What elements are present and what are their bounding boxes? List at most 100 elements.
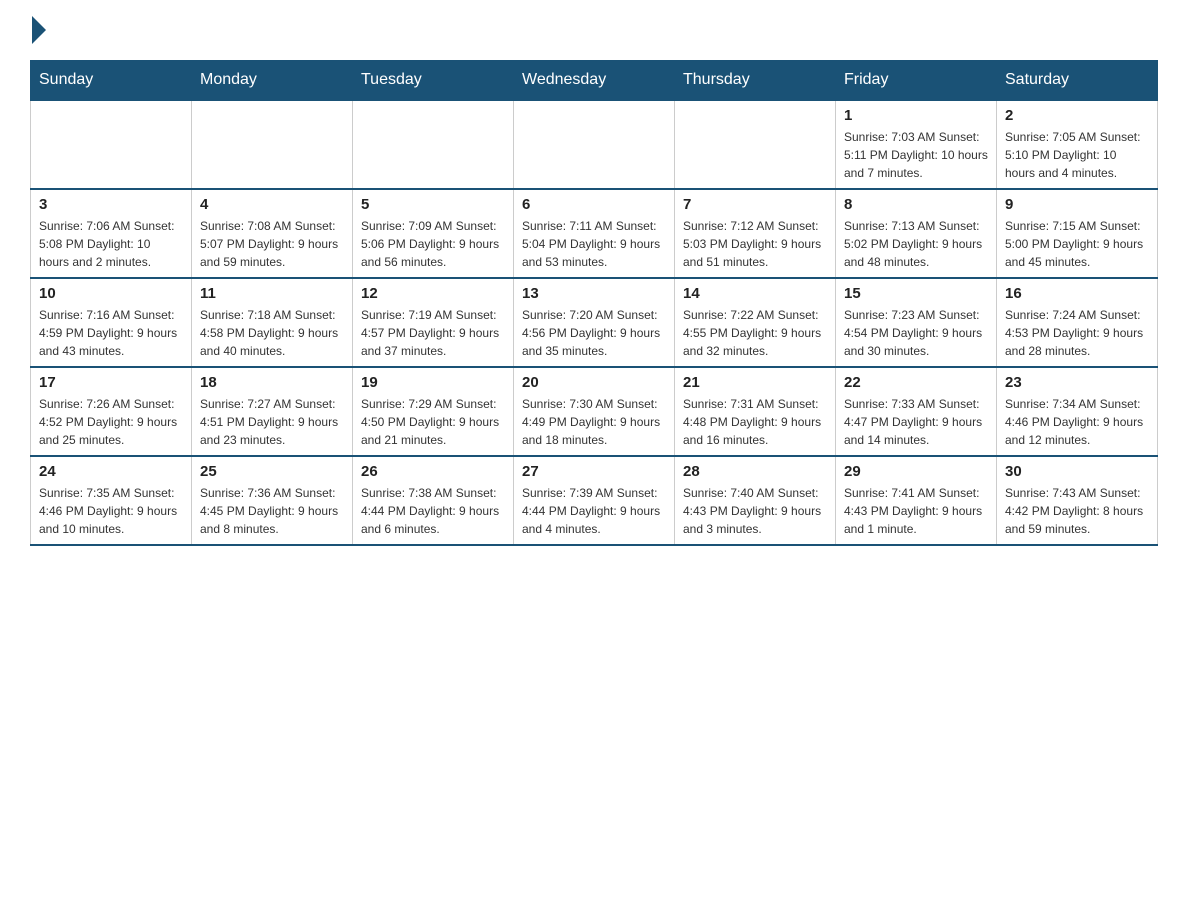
calendar-cell: 25 Sunrise: 7:36 AM Sunset: 4:45 PM Dayli…: [192, 456, 353, 545]
day-number: 8: [844, 196, 988, 213]
weekday-header-row: SundayMondayTuesdayWednesdayThursdayFrid…: [31, 61, 1158, 101]
day-number: 9: [1005, 196, 1149, 213]
day-number: 26: [361, 463, 505, 480]
calendar-cell: 2 Sunrise: 7:05 AM Sunset: 5:10 PM Daylig…: [997, 100, 1158, 189]
calendar-table: SundayMondayTuesdayWednesdayThursdayFrid…: [30, 60, 1158, 546]
calendar-cell: 9 Sunrise: 7:15 AM Sunset: 5:00 PM Daylig…: [997, 189, 1158, 278]
weekday-header-thursday: Thursday: [675, 61, 836, 101]
day-info: Sunrise: 7:26 AM Sunset: 4:52 PM Dayligh…: [39, 395, 183, 449]
day-info: Sunrise: 7:11 AM Sunset: 5:04 PM Dayligh…: [522, 217, 666, 271]
weekday-header-wednesday: Wednesday: [514, 61, 675, 101]
day-number: 14: [683, 285, 827, 302]
calendar-cell: 30 Sunrise: 7:43 AM Sunset: 4:42 PM Dayli…: [997, 456, 1158, 545]
calendar-cell: [31, 100, 192, 189]
day-info: Sunrise: 7:15 AM Sunset: 5:00 PM Dayligh…: [1005, 217, 1149, 271]
calendar-cell: 20Sunrise: 7:30 AM Sunset: 4:49 PM Dayli…: [514, 367, 675, 456]
day-info: Sunrise: 7:03 AM Sunset: 5:11 PM Dayligh…: [844, 128, 988, 182]
day-number: 16: [1005, 285, 1149, 302]
calendar-cell: [192, 100, 353, 189]
day-number: 17: [39, 374, 183, 391]
calendar-cell: 18 Sunrise: 7:27 AM Sunset: 4:51 PM Dayli…: [192, 367, 353, 456]
day-number: 27: [522, 463, 666, 480]
calendar-cell: 15 Sunrise: 7:23 AM Sunset: 4:54 PM Dayli…: [836, 278, 997, 367]
day-info: Sunrise: 7:43 AM Sunset: 4:42 PM Dayligh…: [1005, 484, 1149, 538]
calendar-cell: [353, 100, 514, 189]
calendar-cell: 1 Sunrise: 7:03 AM Sunset: 5:11 PM Daylig…: [836, 100, 997, 189]
day-info: Sunrise: 7:20 AM Sunset: 4:56 PM Dayligh…: [522, 306, 666, 360]
day-number: 12: [361, 285, 505, 302]
day-number: 18: [200, 374, 344, 391]
calendar-cell: 5 Sunrise: 7:09 AM Sunset: 5:06 PM Daylig…: [353, 189, 514, 278]
calendar-week-row-3: 10 Sunrise: 7:16 AM Sunset: 4:59 PM Dayli…: [31, 278, 1158, 367]
day-info: Sunrise: 7:12 AM Sunset: 5:03 PM Dayligh…: [683, 217, 827, 271]
day-info: Sunrise: 7:34 AM Sunset: 4:46 PM Dayligh…: [1005, 395, 1149, 449]
day-info: Sunrise: 7:31 AM Sunset: 4:48 PM Dayligh…: [683, 395, 827, 449]
day-number: 23: [1005, 374, 1149, 391]
day-info: Sunrise: 7:36 AM Sunset: 4:45 PM Dayligh…: [200, 484, 344, 538]
calendar-cell: 17 Sunrise: 7:26 AM Sunset: 4:52 PM Dayli…: [31, 367, 192, 456]
day-number: 20: [522, 374, 666, 391]
day-number: 4: [200, 196, 344, 213]
calendar-cell: 4 Sunrise: 7:08 AM Sunset: 5:07 PM Daylig…: [192, 189, 353, 278]
calendar-cell: 21 Sunrise: 7:31 AM Sunset: 4:48 PM Dayli…: [675, 367, 836, 456]
day-number: 1: [844, 107, 988, 124]
calendar-cell: 3 Sunrise: 7:06 AM Sunset: 5:08 PM Daylig…: [31, 189, 192, 278]
weekday-header-tuesday: Tuesday: [353, 61, 514, 101]
day-info: Sunrise: 7:05 AM Sunset: 5:10 PM Dayligh…: [1005, 128, 1149, 182]
day-info: Sunrise: 7:08 AM Sunset: 5:07 PM Dayligh…: [200, 217, 344, 271]
calendar-cell: 23 Sunrise: 7:34 AM Sunset: 4:46 PM Dayli…: [997, 367, 1158, 456]
day-info: Sunrise: 7:38 AM Sunset: 4:44 PM Dayligh…: [361, 484, 505, 538]
day-number: 11: [200, 285, 344, 302]
day-info: Sunrise: 7:18 AM Sunset: 4:58 PM Dayligh…: [200, 306, 344, 360]
day-info: Sunrise: 7:35 AM Sunset: 4:46 PM Dayligh…: [39, 484, 183, 538]
day-number: 15: [844, 285, 988, 302]
calendar-cell: [675, 100, 836, 189]
day-number: 3: [39, 196, 183, 213]
day-number: 5: [361, 196, 505, 213]
weekday-header-monday: Monday: [192, 61, 353, 101]
day-number: 19: [361, 374, 505, 391]
calendar-week-row-2: 3 Sunrise: 7:06 AM Sunset: 5:08 PM Daylig…: [31, 189, 1158, 278]
day-info: Sunrise: 7:22 AM Sunset: 4:55 PM Dayligh…: [683, 306, 827, 360]
calendar-cell: [514, 100, 675, 189]
day-info: Sunrise: 7:09 AM Sunset: 5:06 PM Dayligh…: [361, 217, 505, 271]
day-info: Sunrise: 7:06 AM Sunset: 5:08 PM Dayligh…: [39, 217, 183, 271]
day-info: Sunrise: 7:27 AM Sunset: 4:51 PM Dayligh…: [200, 395, 344, 449]
day-number: 10: [39, 285, 183, 302]
calendar-cell: 22 Sunrise: 7:33 AM Sunset: 4:47 PM Dayli…: [836, 367, 997, 456]
day-info: Sunrise: 7:23 AM Sunset: 4:54 PM Dayligh…: [844, 306, 988, 360]
day-number: 13: [522, 285, 666, 302]
logo: [30, 20, 60, 40]
calendar-cell: 12Sunrise: 7:19 AM Sunset: 4:57 PM Dayli…: [353, 278, 514, 367]
calendar-week-row-1: 1 Sunrise: 7:03 AM Sunset: 5:11 PM Daylig…: [31, 100, 1158, 189]
calendar-cell: 27 Sunrise: 7:39 AM Sunset: 4:44 PM Dayli…: [514, 456, 675, 545]
day-info: Sunrise: 7:40 AM Sunset: 4:43 PM Dayligh…: [683, 484, 827, 538]
day-info: Sunrise: 7:29 AM Sunset: 4:50 PM Dayligh…: [361, 395, 505, 449]
calendar-cell: 28Sunrise: 7:40 AM Sunset: 4:43 PM Dayli…: [675, 456, 836, 545]
day-info: Sunrise: 7:13 AM Sunset: 5:02 PM Dayligh…: [844, 217, 988, 271]
day-number: 29: [844, 463, 988, 480]
calendar-cell: 10 Sunrise: 7:16 AM Sunset: 4:59 PM Dayli…: [31, 278, 192, 367]
day-info: Sunrise: 7:33 AM Sunset: 4:47 PM Dayligh…: [844, 395, 988, 449]
day-number: 24: [39, 463, 183, 480]
day-number: 6: [522, 196, 666, 213]
logo-arrow-icon: [32, 16, 46, 44]
calendar-week-row-5: 24 Sunrise: 7:35 AM Sunset: 4:46 PM Dayli…: [31, 456, 1158, 545]
weekday-header-sunday: Sunday: [31, 61, 192, 101]
day-info: Sunrise: 7:24 AM Sunset: 4:53 PM Dayligh…: [1005, 306, 1149, 360]
calendar-cell: 24 Sunrise: 7:35 AM Sunset: 4:46 PM Dayli…: [31, 456, 192, 545]
calendar-cell: 13 Sunrise: 7:20 AM Sunset: 4:56 PM Dayli…: [514, 278, 675, 367]
calendar-cell: 19 Sunrise: 7:29 AM Sunset: 4:50 PM Dayli…: [353, 367, 514, 456]
day-number: 30: [1005, 463, 1149, 480]
day-info: Sunrise: 7:41 AM Sunset: 4:43 PM Dayligh…: [844, 484, 988, 538]
page-header: [30, 20, 1158, 40]
day-number: 25: [200, 463, 344, 480]
calendar-cell: 8 Sunrise: 7:13 AM Sunset: 5:02 PM Daylig…: [836, 189, 997, 278]
weekday-header-saturday: Saturday: [997, 61, 1158, 101]
calendar-week-row-4: 17 Sunrise: 7:26 AM Sunset: 4:52 PM Dayli…: [31, 367, 1158, 456]
day-number: 2: [1005, 107, 1149, 124]
day-number: 22: [844, 374, 988, 391]
day-number: 21: [683, 374, 827, 391]
day-info: Sunrise: 7:16 AM Sunset: 4:59 PM Dayligh…: [39, 306, 183, 360]
day-info: Sunrise: 7:39 AM Sunset: 4:44 PM Dayligh…: [522, 484, 666, 538]
